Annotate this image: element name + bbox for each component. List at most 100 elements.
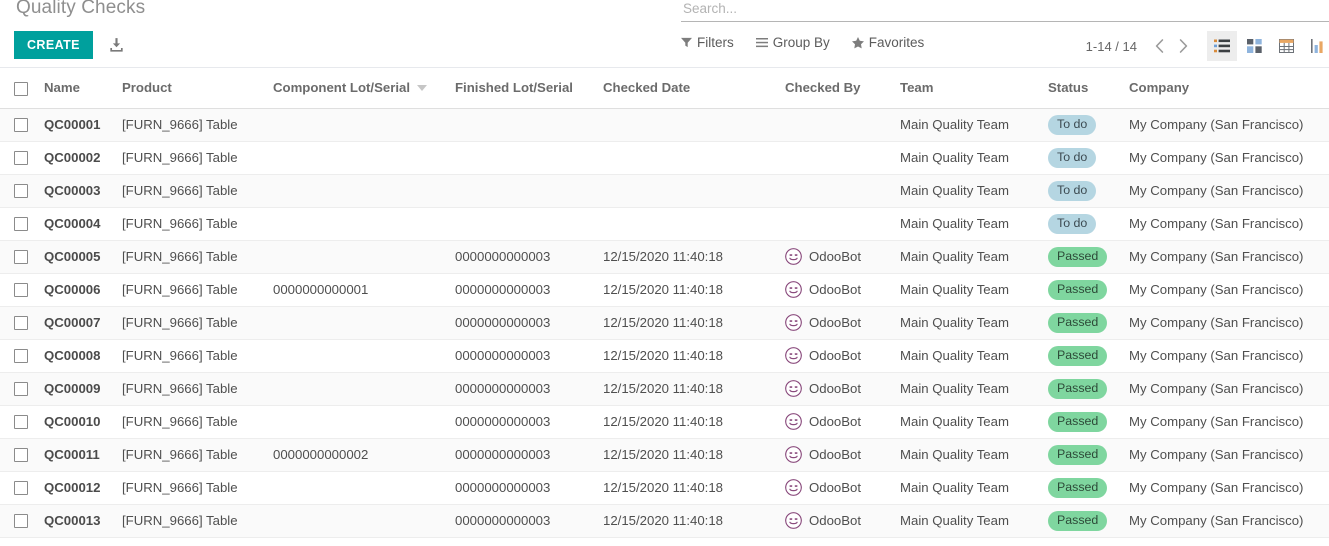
pager-previous-button[interactable] — [1147, 33, 1171, 59]
product-value: [FURN_9666] Table — [122, 348, 238, 363]
product-value: [FURN_9666] Table — [122, 381, 238, 396]
company-value: My Company (San Francisco) — [1129, 183, 1304, 198]
group-by-menu[interactable]: Group By — [755, 35, 830, 50]
cell-name: QC00003 — [44, 174, 122, 208]
favorites-menu[interactable]: Favorites — [851, 35, 924, 50]
company-value: My Company (San Francisco) — [1129, 447, 1304, 462]
record-name: QC00005 — [44, 249, 101, 264]
row-checkbox[interactable] — [14, 514, 28, 529]
team-value: Main Quality Team — [900, 513, 1009, 528]
row-select-cell — [0, 405, 44, 439]
table-row[interactable]: QC00008 [FURN_9666] Table 0000000000003 12/… — [0, 339, 1329, 373]
row-checkbox[interactable] — [14, 118, 28, 133]
checked-date-value: 12/15/2020 11:40:18 — [603, 315, 724, 330]
table-row[interactable]: QC00012 [FURN_9666] Table 0000000000003 12/… — [0, 471, 1329, 505]
row-select-cell — [0, 471, 44, 505]
row-checkbox[interactable] — [14, 349, 28, 364]
table-row[interactable]: QC00006 [FURN_9666] Table 0000000000001 000… — [0, 273, 1329, 307]
cell-status: To do — [1048, 141, 1129, 175]
row-checkbox[interactable] — [14, 184, 28, 199]
table-row[interactable]: QC00013 [FURN_9666] Table 0000000000003 12/… — [0, 504, 1329, 538]
select-all-checkbox[interactable] — [14, 81, 28, 96]
cell-company: My Company (San Francisco) — [1129, 504, 1329, 538]
cell-checked-date: 12/15/2020 11:40:18 — [603, 471, 785, 505]
avatar — [785, 512, 802, 529]
team-value: Main Quality Team — [900, 150, 1009, 165]
column-header-checked-by[interactable]: Checked By — [785, 68, 900, 109]
view-switcher-pivot[interactable] — [1271, 31, 1301, 61]
row-checkbox[interactable] — [14, 250, 28, 265]
cell-component-lot — [273, 504, 455, 538]
row-checkbox[interactable] — [14, 481, 28, 496]
record-name: QC00001 — [44, 117, 101, 132]
cell-company: My Company (San Francisco) — [1129, 438, 1329, 472]
row-checkbox[interactable] — [14, 448, 28, 463]
breadcrumb[interactable]: Quality Checks — [16, 0, 145, 19]
pager-next-button[interactable] — [1171, 33, 1195, 59]
column-header-finished-lot[interactable]: Finished Lot/Serial — [455, 68, 603, 109]
column-header-status[interactable]: Status — [1048, 68, 1129, 109]
column-header-company[interactable]: Company — [1129, 68, 1329, 109]
cell-component-lot — [273, 372, 455, 406]
product-value: [FURN_9666] Table — [122, 414, 238, 429]
table-row[interactable]: QC00010 [FURN_9666] Table 0000000000003 12/… — [0, 405, 1329, 439]
row-select-cell — [0, 240, 44, 274]
row-checkbox[interactable] — [14, 382, 28, 397]
cell-company: My Company (San Francisco) — [1129, 207, 1329, 241]
table-header-row: Name Product Component Lot/Serial Finish… — [0, 68, 1329, 109]
cell-product: [FURN_9666] Table — [122, 438, 273, 472]
team-value: Main Quality Team — [900, 249, 1009, 264]
view-switcher-graph[interactable] — [1303, 31, 1329, 61]
cell-team: Main Quality Team — [900, 471, 1048, 505]
cell-team: Main Quality Team — [900, 438, 1048, 472]
search-input[interactable] — [681, 0, 1329, 20]
import-icon[interactable] — [107, 34, 127, 56]
checked-by-name: OdooBot — [809, 381, 862, 396]
cell-team: Main Quality Team — [900, 207, 1048, 241]
status-badge: Passed — [1048, 279, 1108, 300]
row-checkbox[interactable] — [14, 415, 28, 430]
cell-status: Passed — [1048, 471, 1129, 505]
record-name: QC00004 — [44, 216, 101, 231]
filters-menu[interactable]: Filters — [681, 35, 734, 50]
cell-checked-by: OdooBot — [785, 372, 900, 406]
cell-status: Passed — [1048, 240, 1129, 274]
cell-checked-by: OdooBot — [785, 306, 900, 340]
cell-status: To do — [1048, 108, 1129, 142]
checked-date-value: 12/15/2020 11:40:18 — [603, 480, 724, 495]
row-checkbox[interactable] — [14, 283, 28, 298]
view-switcher-kanban[interactable] — [1239, 31, 1269, 61]
row-checkbox[interactable] — [14, 217, 28, 232]
column-header-component-lot[interactable]: Component Lot/Serial — [273, 68, 455, 109]
row-checkbox[interactable] — [14, 316, 28, 331]
column-header-checked-date[interactable]: Checked Date — [603, 68, 785, 109]
table-row[interactable]: QC00005 [FURN_9666] Table 0000000000003 12/… — [0, 240, 1329, 274]
table-row[interactable]: QC00003 [FURN_9666] Table Main Quality Tea… — [0, 174, 1329, 208]
column-header-name[interactable]: Name — [44, 68, 122, 109]
table-row[interactable]: QC00007 [FURN_9666] Table 0000000000003 12/… — [0, 306, 1329, 340]
component-lot-value: 0000000000002 — [273, 447, 369, 462]
cell-checked-date — [603, 207, 785, 241]
table-row[interactable]: QC00011 [FURN_9666] Table 0000000000002 000… — [0, 438, 1329, 472]
cell-checked-by: OdooBot — [785, 438, 900, 472]
column-header-product[interactable]: Product — [122, 68, 273, 109]
column-header-team[interactable]: Team — [900, 68, 1048, 109]
cell-name: QC00002 — [44, 141, 122, 175]
cell-checked-date: 12/15/2020 11:40:18 — [603, 339, 785, 373]
create-button[interactable]: CREATE — [14, 31, 93, 59]
row-select-cell — [0, 372, 44, 406]
team-value: Main Quality Team — [900, 282, 1009, 297]
cell-company: My Company (San Francisco) — [1129, 273, 1329, 307]
table-row[interactable]: QC00004 [FURN_9666] Table Main Quality Tea… — [0, 207, 1329, 241]
table-row[interactable]: QC00009 [FURN_9666] Table 0000000000003 12/… — [0, 372, 1329, 406]
cell-name: QC00009 — [44, 372, 122, 406]
table-row[interactable]: QC00001 [FURN_9666] Table Main Quality Tea… — [0, 108, 1329, 142]
row-checkbox[interactable] — [14, 151, 28, 166]
view-switcher-list[interactable] — [1207, 31, 1237, 61]
product-value: [FURN_9666] Table — [122, 150, 238, 165]
filters-label: Filters — [697, 35, 734, 50]
cell-checked-date: 12/15/2020 11:40:18 — [603, 306, 785, 340]
table-row[interactable]: QC00002 [FURN_9666] Table Main Quality Tea… — [0, 141, 1329, 175]
view-switcher — [1207, 31, 1329, 61]
cell-finished-lot: 0000000000003 — [455, 372, 603, 406]
